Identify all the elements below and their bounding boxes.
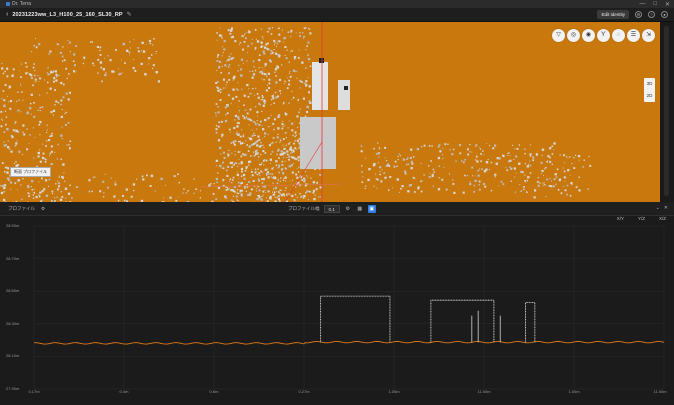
collapse-icon[interactable]: ⌄ <box>656 205 660 211</box>
y-tick-label: 28.50m <box>6 288 20 294</box>
list-icon[interactable]: ☰ <box>627 29 640 42</box>
profile-raised-segment <box>525 302 536 343</box>
camera-icon[interactable]: ◌ <box>612 29 625 42</box>
profile-panel-header: プロファイル ⚙ プロファイル幅 0.1 ⚙ ▦ ▣ ⌄ ✕ <box>0 202 674 216</box>
object-vehicle <box>312 62 328 110</box>
point-cloud-noise <box>0 27 592 202</box>
y-tick-label: 28.10m <box>6 353 20 359</box>
view-mode-switch[interactable]: 3D 2D <box>644 78 655 102</box>
settings-icon[interactable]: ⚙ <box>41 206 45 212</box>
chart-icon[interactable]: ▦ <box>356 205 364 213</box>
object-small <box>338 80 350 110</box>
page-header: ‹ 20231223ww_L3_H100_25_160_SL30_RP ✎ Ed… <box>0 8 674 22</box>
x-tick-label: 0.6m <box>209 389 219 394</box>
maximize-icon[interactable]: □ <box>653 1 657 7</box>
close-window-icon[interactable]: ✕ <box>665 1 670 8</box>
view-3d-button[interactable]: 3D <box>644 78 655 90</box>
x-tick-label: 0.27m <box>298 389 310 394</box>
y-tick-label: 27.90m <box>6 386 20 391</box>
user-icon[interactable]: ● <box>661 11 668 18</box>
x-tick-label: 11.00m <box>477 389 491 394</box>
view-2d-button[interactable]: 2D <box>644 90 655 102</box>
tab-xy[interactable]: X/Y <box>617 216 624 221</box>
profile-width-label: プロファイル幅 <box>288 206 320 211</box>
measure-line <box>199 183 341 188</box>
tab-yz[interactable]: Y/Z <box>638 216 645 221</box>
app-title: Dr. Terra <box>12 1 32 7</box>
gear-icon[interactable]: ⚙ <box>635 11 642 18</box>
object-marker <box>319 58 324 63</box>
object-large <box>300 117 336 169</box>
pencil-icon[interactable]: ✎ <box>127 11 132 18</box>
page-title: 20231223ww_L3_H100_25_160_SL30_RP <box>12 11 123 18</box>
profile-chart-svg[interactable] <box>0 216 674 405</box>
layers-icon[interactable]: ◎ <box>567 29 580 42</box>
profile-width-select[interactable]: 0.1 <box>323 205 340 213</box>
y-tick-label: 28.70m <box>6 255 20 261</box>
edit-identity-button[interactable]: Edit Identity <box>597 10 629 19</box>
window-titlebar: Dr. Terra — □ ✕ <box>0 0 674 8</box>
minimize-icon[interactable]: — <box>639 1 645 7</box>
profile-raised-segment <box>320 295 391 343</box>
profile-chart[interactable] <box>0 216 674 405</box>
x-tick-label: 0.4m <box>119 389 129 394</box>
viewport-scrollbar[interactable] <box>660 22 674 202</box>
scrollbar-thumb[interactable] <box>664 26 669 196</box>
axis-view-tabs: X/Y Y/Z X/Z <box>617 216 666 221</box>
profile-raised-segment <box>430 299 495 343</box>
y-tick-label: 28.30m <box>6 320 20 326</box>
section-label: 断面 プロファイル <box>10 167 52 177</box>
app-name: Dr. Terra <box>6 1 31 7</box>
graph-icon[interactable]: ▣ <box>367 205 376 213</box>
help-icon[interactable]: ? <box>648 11 655 18</box>
x-tick-label: 1.00m <box>568 389 580 394</box>
profile-ground-line <box>33 341 665 345</box>
location-icon[interactable]: ◉ <box>582 29 595 42</box>
chevron-left-icon[interactable]: ‹ <box>6 11 8 18</box>
object-marker <box>344 86 348 90</box>
viewport-toolbar: ▽ ◎ ◉ ϒ ◌ ☰ ⇲ <box>552 29 655 42</box>
filter-icon[interactable]: ▽ <box>552 29 565 42</box>
window-controls: — □ ✕ <box>639 0 670 8</box>
y-tick-label: 28.90m <box>6 223 20 228</box>
x-tick-label: 0.17m <box>28 389 40 394</box>
point-cloud-viewport[interactable]: ▽ ◎ ◉ ϒ ◌ ☰ ⇲ 3D 2D 断面 プロファイル <box>0 22 660 202</box>
close-icon[interactable]: ✕ <box>664 205 668 211</box>
x-tick-label: 11.00m <box>653 389 667 394</box>
marker-icon[interactable]: ϒ <box>597 29 610 42</box>
settings-icon[interactable]: ⚙ <box>344 205 352 213</box>
x-tick-label: 1.05m <box>388 389 400 394</box>
tab-xz[interactable]: X/Z <box>659 216 666 221</box>
app-logo-icon <box>6 2 10 6</box>
profile-label: プロファイル <box>8 206 35 211</box>
point-cloud-canvas[interactable] <box>0 22 660 202</box>
export-icon[interactable]: ⇲ <box>642 29 655 42</box>
